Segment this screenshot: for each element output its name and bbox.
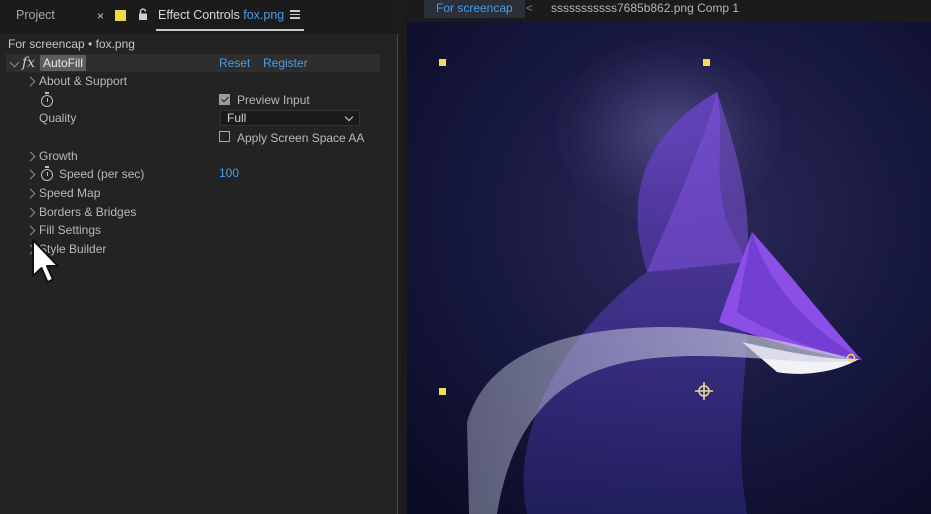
transform-handle[interactable] bbox=[703, 59, 710, 66]
quality-dropdown[interactable]: Full bbox=[220, 110, 360, 126]
tab-effect-controls-file: fox.png bbox=[243, 8, 285, 22]
lock-icon[interactable] bbox=[138, 8, 148, 21]
growth-group[interactable]: Growth bbox=[39, 147, 78, 165]
breadcrumb-separator: < bbox=[526, 1, 534, 15]
quality-dropdown-value: Full bbox=[227, 111, 247, 125]
transform-handle[interactable] bbox=[439, 59, 446, 66]
panel-tab-bar: Project × Effect Controls fox.png bbox=[0, 0, 398, 34]
expand-chevron-icon[interactable] bbox=[25, 188, 36, 199]
chevron-down-icon bbox=[344, 112, 354, 122]
fx-toggle-icon[interactable]: fx bbox=[22, 54, 35, 72]
reset-link[interactable]: Reset bbox=[219, 54, 250, 72]
expand-chevron-icon[interactable] bbox=[25, 169, 36, 180]
hamburger-menu-icon[interactable] bbox=[290, 10, 300, 19]
expand-chevron-icon[interactable] bbox=[25, 207, 36, 218]
comp-breadcrumb-name[interactable]: sssssssssss7685b862.png Comp 1 bbox=[551, 0, 739, 16]
composition-viewer[interactable] bbox=[407, 22, 931, 514]
about-support-group[interactable]: About & Support bbox=[39, 72, 127, 90]
close-tab-button[interactable]: × bbox=[97, 9, 104, 23]
tab-effect-controls-label: Effect Controls bbox=[158, 8, 240, 22]
expand-chevron-icon[interactable] bbox=[25, 225, 36, 236]
apply-ssaa-checkbox[interactable] bbox=[219, 131, 230, 142]
mouse-pointer-icon bbox=[32, 239, 59, 283]
preview-input-checkbox[interactable] bbox=[219, 94, 230, 105]
composition-tab-bar: For screencap < sssssssssss7685b862.png … bbox=[402, 0, 931, 20]
effect-controls-panel: Project × Effect Controls fox.png For sc… bbox=[0, 0, 398, 514]
effect-name-autofill[interactable]: AutoFill bbox=[40, 55, 87, 71]
panel-subtitle: For screencap • fox.png bbox=[8, 37, 135, 51]
comp-tab-for-screencap[interactable]: For screencap bbox=[424, 0, 525, 18]
borders-bridges-group[interactable]: Borders & Bridges bbox=[39, 203, 136, 221]
composition-panel: For screencap < sssssssssss7685b862.png … bbox=[402, 0, 931, 514]
quality-label: Quality bbox=[39, 111, 77, 125]
stopwatch-icon[interactable] bbox=[41, 92, 53, 107]
speed-map-group[interactable]: Speed Map bbox=[39, 184, 100, 202]
speed-label: Speed (per sec) bbox=[59, 167, 145, 181]
register-link[interactable]: Register bbox=[263, 54, 308, 72]
label-color-swatch[interactable] bbox=[115, 10, 126, 21]
expand-chevron-icon[interactable] bbox=[25, 151, 36, 162]
expand-chevron-icon[interactable] bbox=[25, 76, 36, 87]
apply-ssaa-label: Apply Screen Space AA bbox=[237, 131, 365, 145]
preview-input-label: Preview Input bbox=[237, 93, 310, 107]
fill-settings-group[interactable]: Fill Settings bbox=[39, 221, 101, 239]
tab-project[interactable]: Project bbox=[16, 8, 55, 22]
stopwatch-icon[interactable] bbox=[41, 166, 53, 181]
transform-handle[interactable] bbox=[439, 388, 446, 395]
active-tab-underline bbox=[156, 29, 304, 31]
speed-value[interactable]: 100 bbox=[219, 164, 239, 182]
tab-effect-controls[interactable]: Effect Controls fox.png bbox=[158, 8, 284, 22]
